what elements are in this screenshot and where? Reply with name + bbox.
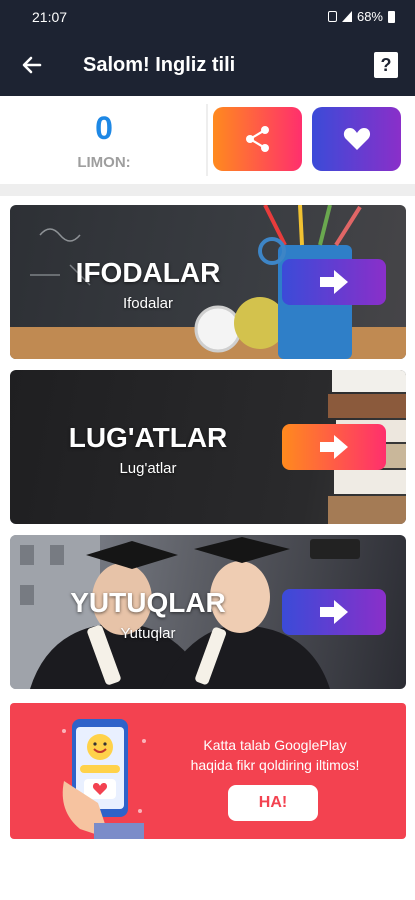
share-icon bbox=[246, 126, 269, 152]
open-ifodalar-button[interactable] bbox=[282, 259, 386, 305]
arrow-right-icon bbox=[320, 270, 348, 294]
status-time: 21:07 bbox=[32, 9, 68, 25]
section-separator bbox=[0, 184, 415, 196]
arrow-right-icon bbox=[320, 600, 348, 624]
open-yutuqlar-button[interactable] bbox=[282, 589, 386, 635]
arrow-right-icon bbox=[320, 435, 348, 459]
score-value: 0 bbox=[95, 110, 113, 146]
divider bbox=[206, 104, 208, 176]
card-lugatlar[interactable]: LUG'ATLAR Lug'atlar bbox=[10, 370, 406, 524]
app-bar: Salom! Ingliz tili ? bbox=[0, 34, 415, 96]
arrow-left-icon bbox=[22, 56, 42, 74]
status-icons: 68% bbox=[327, 9, 395, 24]
card-subtitle: Lug'atlar bbox=[119, 460, 177, 477]
card-subtitle: Yutuqlar bbox=[120, 625, 176, 642]
heart-icon bbox=[343, 128, 371, 150]
back-button[interactable] bbox=[18, 51, 46, 79]
card-title: YUTUQLAR bbox=[70, 587, 226, 618]
score-label: LIMON: bbox=[77, 154, 131, 171]
page-title: Salom! Ingliz tili bbox=[83, 54, 236, 76]
signal-icon bbox=[341, 11, 352, 22]
banner-text-line2: haqida fikr qoldiring iltimos! bbox=[190, 757, 360, 773]
card-subtitle: Ifodalar bbox=[122, 295, 174, 312]
battery-icon bbox=[388, 10, 395, 23]
lock-icon bbox=[327, 11, 337, 22]
battery-percent: 68% bbox=[356, 9, 383, 24]
banner-text-line1: Katta talab GooglePlay bbox=[203, 737, 347, 753]
open-lugatlar-button[interactable] bbox=[282, 424, 386, 470]
card-title: LUG'ATLAR bbox=[68, 422, 228, 453]
card-yutuqlar[interactable]: YUTUQLAR Yutuqlar bbox=[10, 535, 406, 689]
phone-rating-illustration bbox=[62, 719, 146, 839]
share-button[interactable] bbox=[213, 107, 302, 171]
card-ifodalar[interactable]: IFODALAR Ifodalar bbox=[10, 205, 406, 359]
help-button[interactable]: ? bbox=[374, 52, 398, 78]
rate-yes-button[interactable]: HA! bbox=[228, 785, 318, 821]
score-panel: 0 LIMON: bbox=[0, 96, 208, 182]
status-bar: 21:07 68% bbox=[0, 0, 415, 34]
rate-app-banner: Katta talab GooglePlay haqida fikr qoldi… bbox=[10, 703, 406, 839]
card-title: IFODALAR bbox=[75, 257, 221, 288]
favorite-button[interactable] bbox=[312, 107, 401, 171]
